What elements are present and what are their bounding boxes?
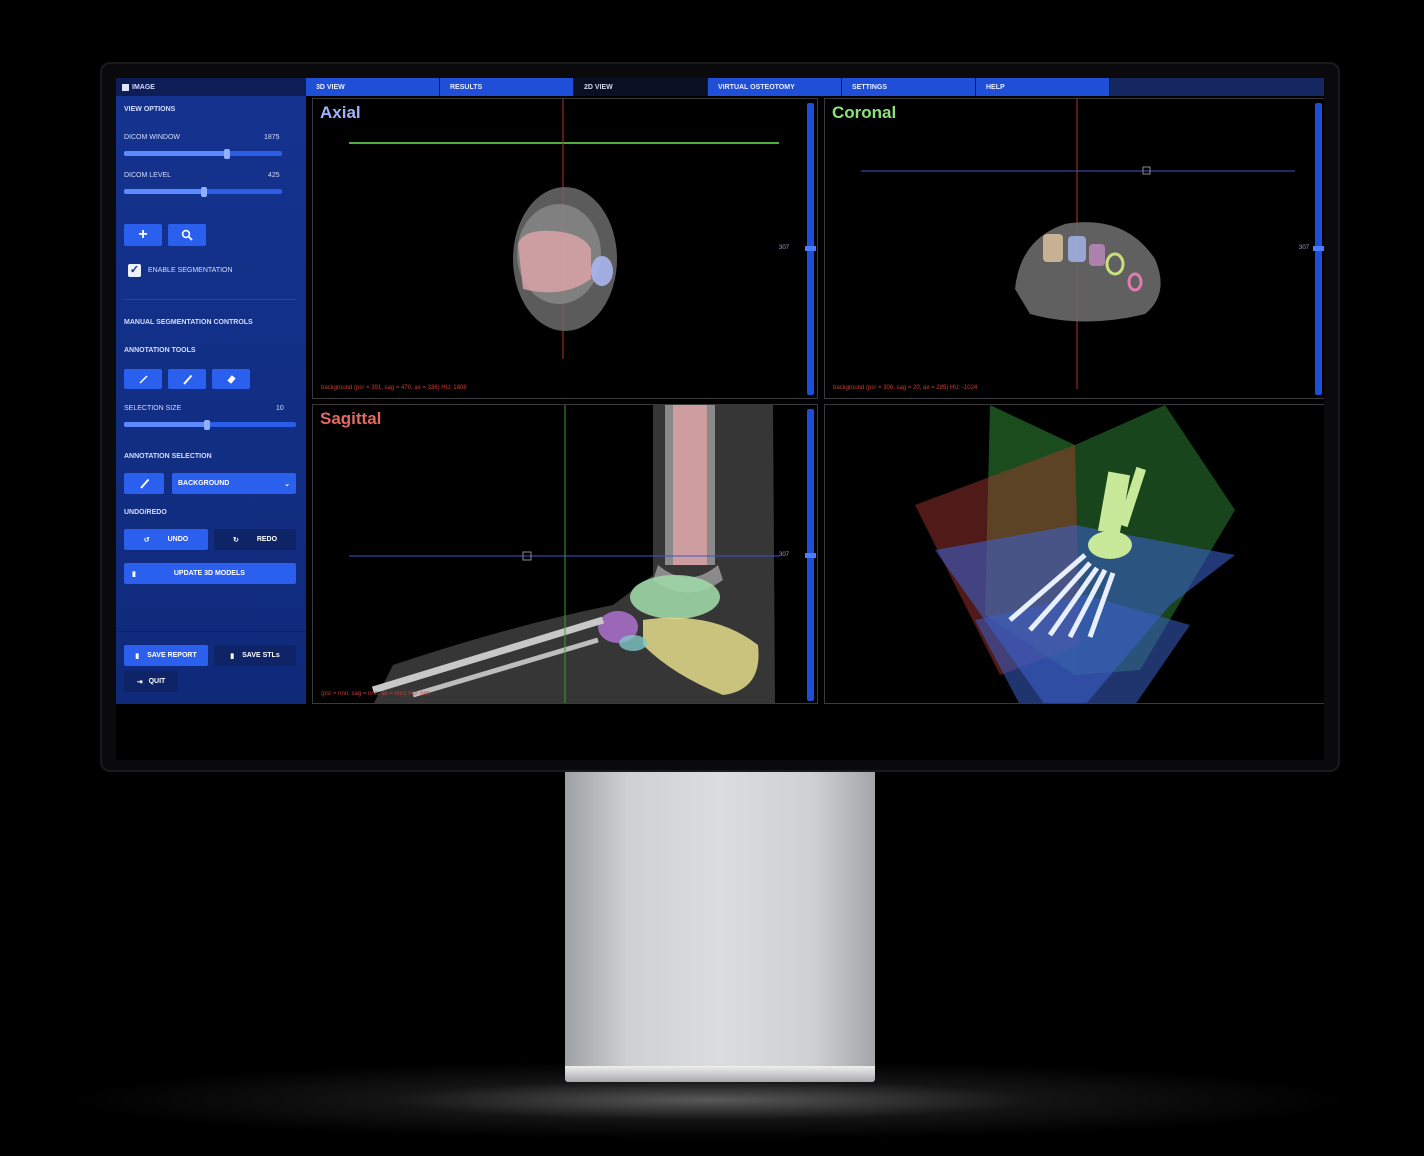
pen-tool-button[interactable] [124,369,162,389]
checkmark-icon: ✓ [129,264,140,276]
undo-icon: ↺ [143,536,150,544]
tab-2d-view[interactable]: 2D VIEW [574,78,708,96]
monitor-frame: IMAGE 3D VIEW RESULTS 2D VIEW VIRTUAL OS… [100,62,1340,772]
coronal-image [861,99,1295,389]
file-icon: ▮ [135,652,140,660]
sagittal-info: (psr = nnn, sag = nnn, ax = nnn) HU: nnn [321,691,431,697]
tab-3d-view[interactable]: 3D VIEW [306,78,440,96]
top-tab-bar: IMAGE 3D VIEW RESULTS 2D VIEW VIRTUAL OS… [116,78,1324,96]
enable-segmentation-label: ENABLE SEGMENTATION [148,267,233,274]
brush-tool-button[interactable] [168,369,206,389]
axial-viewport[interactable]: Axial 307 background (psr = 391, sag = 4… [312,98,818,399]
annotation-dropdown-value: BACKGROUND [178,480,230,487]
annotation-selection-heading: ANNOTATION SELECTION [124,453,212,460]
eraser-tool-button[interactable] [212,369,250,389]
sagittal-slice-number: 307 [779,552,790,558]
dicom-level-slider-fill [124,189,203,194]
3d-render [915,405,1235,703]
pen-icon [138,374,148,384]
save-stls-button[interactable]: ▮ SAVE STLs [214,645,296,666]
sidebar: VIEW OPTIONS DICOM WINDOW 1875 DICOM LEV… [116,96,306,704]
app-screen: IMAGE 3D VIEW RESULTS 2D VIEW VIRTUAL OS… [116,78,1324,760]
undo-redo-heading: UNDO/REDO [124,509,167,516]
logo-icon [122,83,129,91]
redo-icon: ↻ [232,536,239,544]
app-logo: IMAGE [116,78,306,96]
selection-size-value: 10 [276,405,284,412]
save-report-button[interactable]: ▮ SAVE REPORT [124,645,208,666]
file-icon: ▮ [230,652,235,660]
selection-size-slider-knob[interactable] [204,420,210,430]
coronal-info: background (psr = 306, sag = 20, ax = 28… [833,385,978,391]
quit-button[interactable]: ⇥ QUIT [124,671,178,692]
tab-settings[interactable]: SETTINGS [842,78,976,96]
manual-segmentation-heading: MANUAL SEGMENTATION CONTROLS [124,319,253,326]
sagittal-image [349,405,779,703]
axial-info: background (psr = 391, sag = 470, ax = 3… [321,385,467,391]
logo-text: IMAGE [132,83,155,91]
sagittal-viewport[interactable]: Sagittal 307 (psr = nnn, sag = nnn, ax =… [312,404,818,704]
redo-label: REDO [256,536,278,543]
3d-viewport[interactable] [824,404,1324,704]
brush-icon [139,478,149,489]
selection-size-slider-fill [124,422,207,427]
coronal-slice-knob[interactable] [1313,246,1324,251]
axial-slice-knob[interactable] [805,246,816,251]
coronal-slice-number: 307 [1299,245,1310,251]
axial-slice-number: 307 [779,245,790,251]
dicom-window-value: 1875 [264,134,280,141]
monitor-stand [565,772,875,1068]
annotation-tools-heading: ANNOTATION TOOLS [124,347,196,354]
axial-image [349,99,779,359]
dicom-level-slider-knob[interactable] [201,187,207,197]
eraser-icon [226,374,236,384]
brush-icon [182,374,192,385]
enable-segmentation-checkbox[interactable]: ✓ [128,264,141,277]
dicom-level-label: DICOM LEVEL [124,172,172,179]
quit-label: QUIT [148,678,166,685]
add-button[interactable]: + [124,224,162,246]
dicom-window-slider-fill [124,151,227,156]
save-report-label: SAVE REPORT [147,652,197,659]
undo-label: UNDO [167,536,189,543]
redo-button[interactable]: ↻ REDO [214,529,296,550]
tab-help[interactable]: HELP [976,78,1110,96]
sagittal-slice-knob[interactable] [805,553,816,558]
undo-button[interactable]: ↺ UNDO [124,529,208,550]
save-stls-label: SAVE STLs [242,652,280,659]
dicom-window-slider-knob[interactable] [224,149,230,159]
tab-bar-filler [1110,78,1324,96]
view-options-heading: VIEW OPTIONS [124,106,176,113]
dicom-level-value: 425 [268,172,280,179]
zoom-button[interactable] [168,224,206,246]
update-3d-models-button[interactable]: ▮ UPDATE 3D MODELS [124,563,296,584]
plus-icon: + [138,226,148,243]
annotation-dropdown[interactable]: BACKGROUND ⌄ [172,473,296,494]
tab-virtual-osteotomy[interactable]: VIRTUAL OSTEOTOMY [708,78,842,96]
sidebar-bottom-divider [116,631,306,632]
monitor-stand-base [565,1066,875,1082]
sidebar-divider [124,299,296,300]
dicom-window-label: DICOM WINDOW [124,134,180,141]
magnifier-icon [181,229,193,241]
coronal-viewport[interactable]: Coronal 307 background (psr = 306, sag =… [824,98,1324,399]
annotation-color-button[interactable] [124,473,164,494]
update-3d-models-label: UPDATE 3D MODELS [173,570,245,577]
selection-size-label: SELECTION SIZE [124,405,182,412]
quit-icon: ⇥ [136,678,143,686]
tab-results[interactable]: RESULTS [440,78,574,96]
chevron-down-icon: ⌄ [284,480,290,488]
file-icon: ▮ [132,570,136,578]
